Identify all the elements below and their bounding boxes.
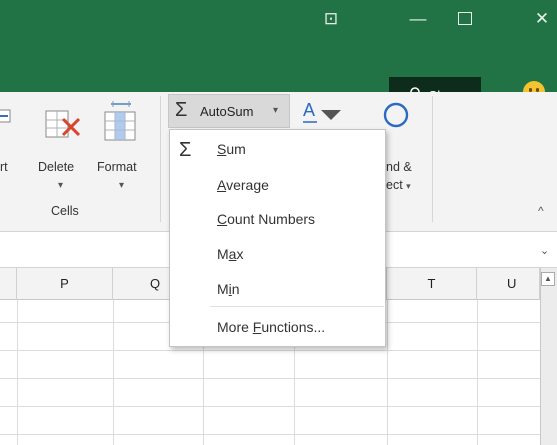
- column-header-p[interactable]: P: [17, 268, 113, 300]
- accelerator-key: C: [217, 211, 228, 227]
- accelerator-key: F: [252, 319, 262, 335]
- column-line: [477, 300, 478, 445]
- svg-text:A: A: [303, 100, 315, 120]
- minimize-icon: —: [409, 9, 427, 28]
- format-dropdown-icon[interactable]: ▾: [119, 180, 124, 191]
- collapse-ribbon-icon[interactable]: ^: [538, 204, 544, 218]
- sigma-icon: Σ: [175, 99, 188, 121]
- column-u-label: U: [507, 276, 517, 291]
- accelerator-key: a: [228, 246, 237, 262]
- menu-item-label: More Functions...: [217, 319, 326, 335]
- insert-cells-icon: [0, 109, 11, 123]
- expand-formula-bar-icon[interactable]: ⌄: [540, 244, 549, 257]
- title-bar: ⊡ — ✕: [0, 0, 557, 47]
- format-cells-button[interactable]: Format: [97, 160, 137, 174]
- sort-filter-icon[interactable]: A: [301, 98, 345, 132]
- menu-item-label: Count Numbers: [217, 211, 316, 227]
- menu-item-more-functions[interactable]: More Functions...: [170, 312, 385, 342]
- ribbon-display-options-button[interactable]: ⊡: [316, 6, 346, 32]
- find-select-button-line2[interactable]: ect ▾: [386, 178, 411, 192]
- vertical-scrollbar[interactable]: [540, 268, 557, 445]
- restore-icon: [458, 12, 472, 25]
- menu-item-count-numbers[interactable]: Count Numbers: [170, 204, 385, 234]
- ribbon-display-icon: ⊡: [323, 9, 339, 28]
- cells-group-text: Cells: [51, 204, 79, 218]
- sigma-icon: Σ: [179, 139, 192, 161]
- menu-item-sum[interactable]: Σ Sum: [170, 134, 385, 164]
- accelerator-key: S: [217, 141, 227, 157]
- format-cells-icon[interactable]: [101, 100, 141, 144]
- group-separator: [432, 96, 433, 222]
- delete-cells-button[interactable]: Delete: [38, 160, 74, 174]
- menu-item-label: Max: [217, 246, 244, 262]
- column-header-t[interactable]: T: [387, 268, 477, 300]
- autosum-label: AutoSum: [200, 104, 254, 119]
- autosum-button[interactable]: Σ AutoSum ▾: [168, 94, 290, 128]
- find-select-button[interactable]: nd &: [386, 160, 412, 174]
- column-header-partial[interactable]: [0, 268, 17, 300]
- row-line: [0, 406, 540, 407]
- menu-item-label: Average: [217, 177, 269, 193]
- column-line: [387, 300, 388, 445]
- autosum-menu-panel: Σ Sum Average Count Numbers Max Min More…: [169, 129, 386, 347]
- accelerator-key: A: [217, 177, 227, 193]
- column-header-u[interactable]: U: [477, 268, 540, 300]
- format-label: Format: [97, 160, 137, 174]
- insert-cells-button[interactable]: rt: [0, 160, 8, 174]
- column-p-label: P: [60, 276, 69, 291]
- delete-cells-icon[interactable]: [43, 105, 83, 145]
- cells-group-label: Cells: [51, 204, 79, 218]
- menu-item-min[interactable]: Min: [170, 274, 385, 304]
- menu-item-max[interactable]: Max: [170, 239, 385, 269]
- column-line: [17, 300, 18, 445]
- column-q-label: Q: [150, 276, 161, 291]
- column-line: [113, 300, 114, 445]
- column-t-label: T: [427, 276, 436, 291]
- find-select-line1: nd &: [386, 160, 412, 174]
- restore-button[interactable]: [450, 6, 480, 32]
- autosum-dropdown-icon[interactable]: ▾: [273, 105, 278, 116]
- scroll-up-icon[interactable]: ▲: [541, 272, 555, 286]
- row-line: [0, 378, 540, 379]
- delete-dropdown-icon[interactable]: ▾: [58, 180, 63, 191]
- find-select-icon[interactable]: [381, 100, 411, 132]
- row-line: [0, 350, 540, 351]
- accelerator-key: i: [228, 281, 232, 297]
- group-separator: [160, 96, 161, 222]
- delete-label: Delete: [38, 160, 75, 174]
- menu-item-average[interactable]: Average: [170, 170, 385, 200]
- menu-item-label: Min: [217, 281, 240, 297]
- row-line: [0, 434, 540, 435]
- minimize-button[interactable]: —: [403, 6, 433, 32]
- find-select-line2: ect: [386, 178, 403, 192]
- close-button[interactable]: ✕: [527, 6, 557, 32]
- menu-separator: [210, 306, 384, 307]
- close-icon: ✕: [534, 9, 550, 28]
- insert-label: rt: [0, 160, 8, 174]
- find-select-dropdown-icon: ▾: [406, 181, 411, 191]
- menu-item-label: Sum: [217, 141, 246, 157]
